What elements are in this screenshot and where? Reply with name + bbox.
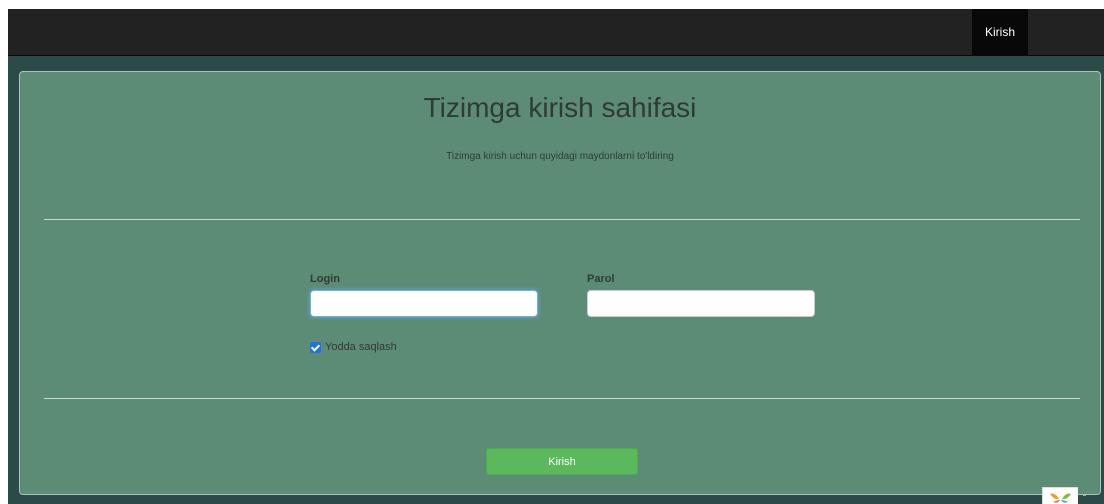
- top-divider: [44, 219, 1080, 220]
- butterfly-logo-icon: [1050, 493, 1071, 503]
- login-input[interactable]: [310, 290, 538, 317]
- corner-widget[interactable]: [1042, 487, 1078, 504]
- password-label: Parol: [587, 273, 615, 285]
- page-subtitle: Tizimga kirish uchun quyidagi maydonlarn…: [446, 151, 674, 162]
- login-submit-button[interactable]: Kirish: [486, 448, 638, 475]
- login-panel: Tizimga kirish sahifasi Tizimga kirish u…: [19, 71, 1101, 495]
- page-background: Kirish Tizimga kirish sahifasi Tizimga k…: [8, 9, 1104, 504]
- nav-login-link[interactable]: Kirish: [972, 9, 1028, 55]
- top-navbar: Kirish: [8, 9, 1104, 56]
- remember-me-checkbox[interactable]: Yodda saqlash: [310, 341, 397, 353]
- checkbox-checked-icon[interactable]: [310, 341, 321, 353]
- page-title: Tizimga kirish sahifasi: [423, 92, 697, 123]
- bottom-divider: [44, 398, 1080, 399]
- password-input[interactable]: [587, 290, 815, 317]
- corner-dash: [1083, 495, 1086, 496]
- remember-me-label: Yodda saqlash: [325, 341, 397, 353]
- login-label: Login: [310, 273, 340, 285]
